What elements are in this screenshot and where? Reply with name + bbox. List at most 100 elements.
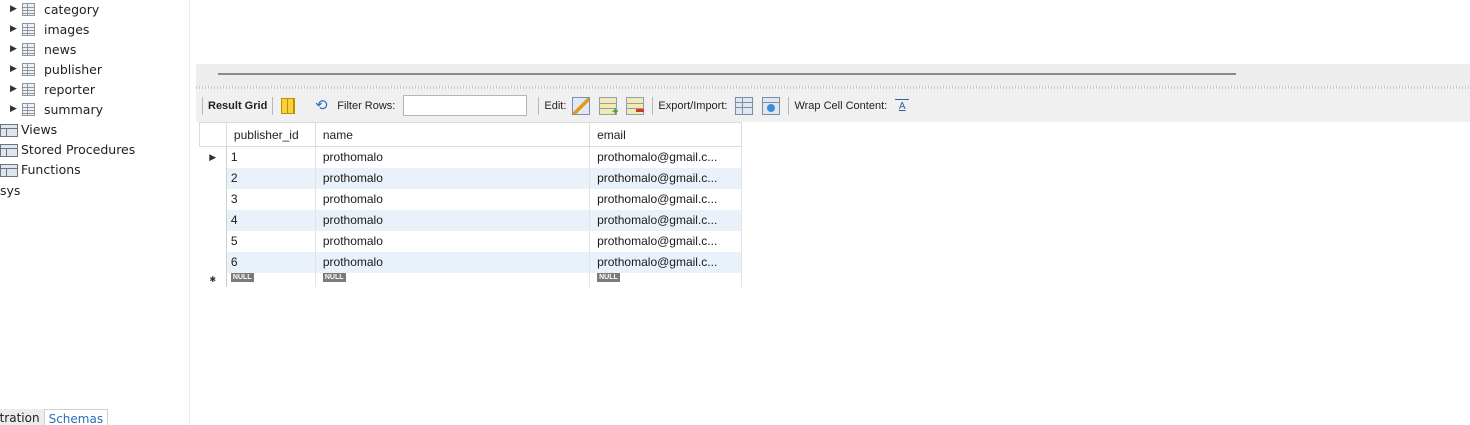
- toolbar-separator: [272, 96, 274, 115]
- grid-corner[interactable]: [199, 122, 227, 147]
- row-header[interactable]: [199, 209, 227, 231]
- null-badge: NULL: [597, 272, 620, 282]
- views-folder-icon: [0, 123, 18, 137]
- toolbar-separator: [202, 96, 203, 115]
- table-row[interactable]: 3 prothomalo prothomalo@gmail.c...: [199, 188, 742, 210]
- cell-publisher-id[interactable]: 4: [225, 209, 316, 231]
- table-label: publisher: [44, 61, 103, 77]
- tree-item-table-images[interactable]: ▶ images: [10, 19, 89, 39]
- edit-row-icon[interactable]: [572, 96, 591, 115]
- expand-arrow-icon[interactable]: ▶: [10, 104, 22, 114]
- cell-email[interactable]: prothomalo@gmail.c...: [589, 188, 742, 210]
- tree-item-functions[interactable]: Functions: [0, 159, 81, 179]
- scrollbar-thumb[interactable]: [218, 73, 1236, 75]
- grid-layout-icon[interactable]: [281, 97, 296, 114]
- tree-item-schema-sys[interactable]: sys: [0, 180, 20, 200]
- cell-name[interactable]: prothomalo: [315, 230, 591, 252]
- cell-name[interactable]: prothomalo: [315, 167, 591, 189]
- table-label: summary: [44, 101, 103, 117]
- cell-publisher-id[interactable]: 3: [225, 188, 316, 210]
- table-icon: [22, 62, 35, 76]
- procedures-folder-icon: [0, 143, 18, 157]
- current-row-arrow-icon[interactable]: ▶: [199, 146, 227, 168]
- table-label: images: [44, 21, 90, 37]
- table-icon: [22, 82, 35, 96]
- table-label: reporter: [44, 81, 96, 97]
- row-header[interactable]: [199, 230, 227, 252]
- schema-label: sys: [0, 182, 21, 198]
- cell-publisher-id[interactable]: 2: [225, 167, 316, 189]
- table-row[interactable]: ▶ 1 prothomalo prothomalo@gmail.c...: [199, 146, 742, 168]
- tree-item-table-news[interactable]: ▶ news: [10, 39, 76, 59]
- tab-schemas[interactable]: Schemas: [43, 409, 109, 425]
- horizontal-scrollbar[interactable]: [196, 64, 1470, 88]
- table-icon: [22, 102, 35, 116]
- cell-email[interactable]: prothomalo@gmail.c...: [589, 251, 742, 273]
- refresh-icon[interactable]: ⟲: [312, 97, 330, 115]
- table-row[interactable]: 2 prothomalo prothomalo@gmail.c...: [199, 167, 742, 189]
- null-badge: NULL: [322, 272, 346, 282]
- schema-navigator: ▶ category ▶ images ▶ news ▶ publisher ▶…: [0, 0, 190, 425]
- cell-name[interactable]: prothomalo: [315, 209, 591, 231]
- expand-arrow-icon[interactable]: ▶: [10, 44, 22, 54]
- export-icon[interactable]: [735, 96, 754, 115]
- filter-rows-input[interactable]: [403, 95, 528, 116]
- table-icon: [22, 2, 35, 16]
- table-icon: [22, 42, 35, 56]
- row-header[interactable]: [199, 167, 227, 189]
- tree-item-table-reporter[interactable]: ▶ reporter: [10, 79, 95, 99]
- result-grid-button[interactable]: Result Grid: [208, 100, 267, 112]
- wrap-cell-label: Wrap Cell Content:: [794, 99, 888, 112]
- cell-name[interactable]: prothomalo: [315, 251, 591, 273]
- cell-publisher-id[interactable]: 6: [225, 251, 316, 273]
- wrap-cell-icon[interactable]: A: [895, 98, 910, 113]
- null-badge: NULL: [230, 272, 254, 282]
- table-row[interactable]: 5 prothomalo prothomalo@gmail.c...: [199, 230, 742, 252]
- grid-header-row: publisher_id name email: [199, 122, 742, 147]
- table-icon: [22, 22, 35, 36]
- row-header[interactable]: [199, 188, 227, 210]
- tree-item-stored-procedures[interactable]: Stored Procedures: [0, 139, 135, 159]
- cell-email[interactable]: prothomalo@gmail.c...: [589, 209, 742, 231]
- folder-label: Views: [21, 121, 58, 137]
- tree-item-views[interactable]: Views: [0, 119, 57, 139]
- import-icon[interactable]: [762, 96, 781, 115]
- result-grid: publisher_id name email ▶ 1 prothomalo p…: [199, 122, 742, 287]
- edit-label: Edit:: [544, 99, 567, 112]
- expand-arrow-icon[interactable]: ▶: [10, 84, 22, 94]
- expand-arrow-icon[interactable]: ▶: [10, 24, 22, 34]
- toolbar-separator: [538, 96, 540, 115]
- cell-email-null[interactable]: NULL: [589, 272, 742, 287]
- table-row[interactable]: 4 prothomalo prothomalo@gmail.c...: [199, 209, 742, 231]
- table-row[interactable]: 6 prothomalo prothomalo@gmail.c...: [199, 251, 742, 273]
- navigator-tabs: istration Schemas: [0, 409, 189, 425]
- expand-arrow-icon[interactable]: ▶: [10, 64, 22, 74]
- tree-item-table-category[interactable]: ▶ category: [10, 0, 99, 19]
- cell-email[interactable]: prothomalo@gmail.c...: [589, 230, 742, 252]
- export-import-label: Export/Import:: [658, 99, 728, 112]
- query-editor-area[interactable]: [196, 0, 1470, 64]
- new-row-marker-icon[interactable]: ✱: [199, 272, 227, 287]
- tree-item-table-summary[interactable]: ▶ summary: [10, 99, 103, 119]
- delete-row-icon[interactable]: [626, 96, 645, 115]
- row-header[interactable]: [199, 251, 227, 273]
- toolbar-separator: [788, 96, 790, 115]
- cell-email[interactable]: prothomalo@gmail.c...: [589, 146, 742, 168]
- add-row-icon[interactable]: [599, 96, 618, 118]
- cell-name[interactable]: prothomalo: [315, 188, 591, 210]
- cell-publisher-id-null[interactable]: NULL: [225, 272, 316, 287]
- column-header-name[interactable]: name: [314, 122, 591, 147]
- cell-name[interactable]: prothomalo: [315, 146, 591, 168]
- new-row[interactable]: ✱ NULL NULL NULL: [199, 272, 742, 287]
- cell-publisher-id[interactable]: 5: [225, 230, 316, 252]
- expand-arrow-icon[interactable]: ▶: [10, 4, 22, 14]
- cell-email[interactable]: prothomalo@gmail.c...: [589, 167, 742, 189]
- column-header-email[interactable]: email: [589, 122, 742, 147]
- table-label: news: [44, 41, 77, 57]
- tree-item-table-publisher[interactable]: ▶ publisher: [10, 59, 102, 79]
- cell-name-null[interactable]: NULL: [315, 272, 591, 287]
- tab-administration[interactable]: istration: [0, 409, 44, 425]
- table-label: category: [44, 1, 100, 17]
- column-header-publisher-id[interactable]: publisher_id: [225, 122, 316, 147]
- cell-publisher-id[interactable]: 1: [225, 146, 316, 168]
